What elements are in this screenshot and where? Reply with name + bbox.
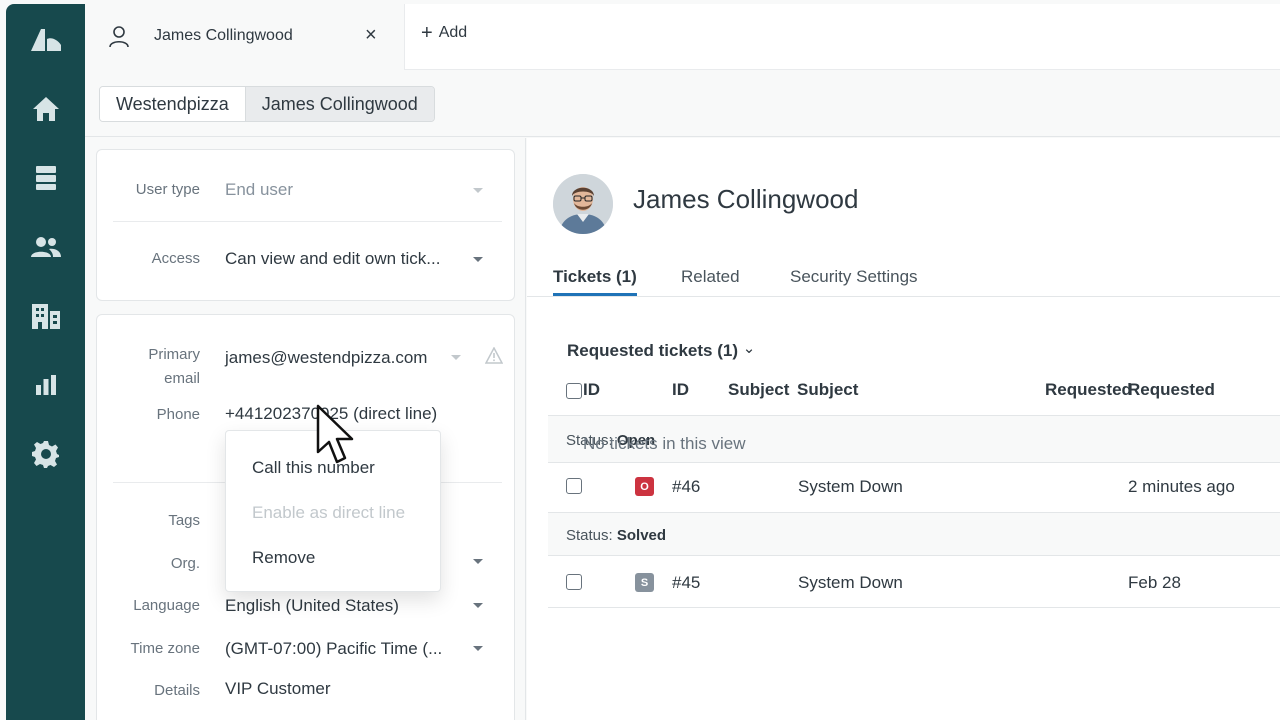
user-profile-panel: James Collingwood Tickets (1) Related Se… bbox=[527, 138, 1280, 720]
user-properties-panel: User type End user Access Can view and e… bbox=[85, 138, 526, 720]
row-checkbox[interactable] bbox=[566, 478, 582, 494]
status-prefix: Status: bbox=[566, 527, 613, 544]
org-label: Org. bbox=[170, 555, 200, 572]
chevron-down-icon[interactable] bbox=[473, 559, 483, 564]
user-type-label: User type bbox=[135, 181, 200, 198]
plus-icon: + bbox=[421, 22, 433, 44]
menu-item-enable-direct-line: Enable as direct line bbox=[252, 503, 406, 522]
column-header-requested[interactable]: Requested bbox=[1128, 380, 1215, 400]
requested-tickets-toggle[interactable]: Requested tickets (1) ⌄ bbox=[567, 340, 756, 361]
language-label: Language bbox=[133, 597, 200, 614]
chevron-down-icon[interactable] bbox=[473, 646, 483, 651]
tab-security-settings[interactable]: Security Settings bbox=[790, 267, 918, 287]
access-label: Access bbox=[151, 250, 200, 267]
zendesk-logo-icon[interactable] bbox=[6, 20, 85, 60]
phone-label: Phone bbox=[156, 406, 200, 423]
chevron-down-icon[interactable] bbox=[451, 355, 461, 360]
breadcrumb-user[interactable]: James Collingwood bbox=[244, 87, 434, 121]
ticket-id[interactable]: #46 bbox=[672, 477, 700, 497]
organizations-icon[interactable] bbox=[6, 296, 85, 336]
section-title-label: Requested tickets (1) bbox=[567, 341, 738, 360]
status-badge: O bbox=[635, 477, 654, 496]
status-name: Solved bbox=[616, 527, 667, 544]
menu-item-remove[interactable]: Remove bbox=[252, 548, 315, 568]
breadcrumb-org[interactable]: Westendpizza bbox=[100, 87, 245, 121]
mouse-cursor-icon bbox=[314, 404, 358, 473]
left-nav bbox=[6, 4, 85, 720]
breadcrumb: Westendpizza James Collingwood bbox=[99, 86, 435, 122]
divider bbox=[548, 607, 1280, 608]
user-type-select[interactable]: End user bbox=[225, 180, 293, 200]
primary-email-label-line1: Primary bbox=[148, 346, 200, 363]
timezone-select[interactable]: (GMT-07:00) Pacific Time (... bbox=[225, 639, 442, 659]
column-header-id[interactable]: ID bbox=[672, 380, 689, 400]
breadcrumb-bar: Westendpizza James Collingwood bbox=[85, 70, 1280, 137]
column-header-requested-ghost: Requested bbox=[1045, 380, 1132, 399]
tags-label: Tags bbox=[168, 512, 200, 529]
chevron-down-icon: ⌄ bbox=[742, 340, 756, 357]
access-select[interactable]: Can view and edit own tick... bbox=[225, 249, 440, 269]
primary-email-field[interactable]: james@westendpizza.com bbox=[225, 348, 427, 368]
top-tab-bar: James Collingwood × + Add bbox=[85, 4, 1280, 70]
tab-tickets[interactable]: Tickets (1) bbox=[553, 267, 637, 287]
divider bbox=[548, 555, 1280, 556]
column-header-subject-ghost: Subject bbox=[728, 380, 790, 399]
empty-view-text: No tickets in this view bbox=[583, 434, 746, 453]
primary-email-label-line2: email bbox=[164, 370, 200, 387]
avatar bbox=[553, 174, 613, 234]
details-field[interactable]: VIP Customer bbox=[225, 679, 331, 699]
tab-label: James Collingwood bbox=[154, 27, 293, 44]
divider bbox=[113, 221, 502, 222]
views-icon[interactable] bbox=[6, 158, 85, 198]
reporting-icon[interactable] bbox=[6, 365, 85, 405]
user-icon bbox=[109, 26, 129, 53]
chevron-down-icon[interactable] bbox=[473, 188, 483, 193]
status-badge: S bbox=[635, 573, 654, 592]
ticket-subject[interactable]: System Down bbox=[798, 573, 903, 593]
warning-icon bbox=[484, 346, 504, 369]
row-checkbox[interactable] bbox=[566, 574, 582, 590]
add-tab-button[interactable]: + Add bbox=[421, 22, 468, 44]
user-type-card: User type End user Access Can view and e… bbox=[96, 149, 515, 301]
column-header-id-ghost: ID bbox=[583, 380, 600, 399]
chevron-down-icon[interactable] bbox=[473, 257, 483, 262]
chevron-down-icon[interactable] bbox=[473, 603, 483, 608]
customers-icon[interactable] bbox=[6, 227, 85, 267]
details-label: Details bbox=[154, 682, 200, 699]
ticket-requested: Feb 28 bbox=[1128, 573, 1181, 592]
add-tab-label: Add bbox=[438, 24, 468, 41]
page-title: James Collingwood bbox=[633, 184, 859, 214]
group-status-label: Status: Solved bbox=[566, 527, 666, 544]
divider bbox=[548, 462, 1280, 463]
divider bbox=[527, 296, 1280, 297]
column-header-subject[interactable]: Subject bbox=[797, 380, 858, 400]
timezone-label: Time zone bbox=[130, 640, 200, 657]
tab-related[interactable]: Related bbox=[681, 267, 740, 287]
select-all-checkbox[interactable] bbox=[566, 383, 582, 399]
ticket-subject[interactable]: System Down bbox=[798, 477, 903, 497]
close-icon[interactable]: × bbox=[365, 24, 377, 47]
ticket-id[interactable]: #45 bbox=[672, 573, 700, 593]
settings-icon[interactable] bbox=[6, 434, 85, 474]
home-icon[interactable] bbox=[6, 89, 85, 129]
app-window: James Collingwood × + Add Westendpizza J… bbox=[0, 0, 1280, 720]
language-select[interactable]: English (United States) bbox=[225, 596, 399, 616]
ticket-requested: 2 minutes ago bbox=[1128, 477, 1235, 496]
tab-user-james-collingwood[interactable]: James Collingwood × bbox=[85, 4, 405, 70]
